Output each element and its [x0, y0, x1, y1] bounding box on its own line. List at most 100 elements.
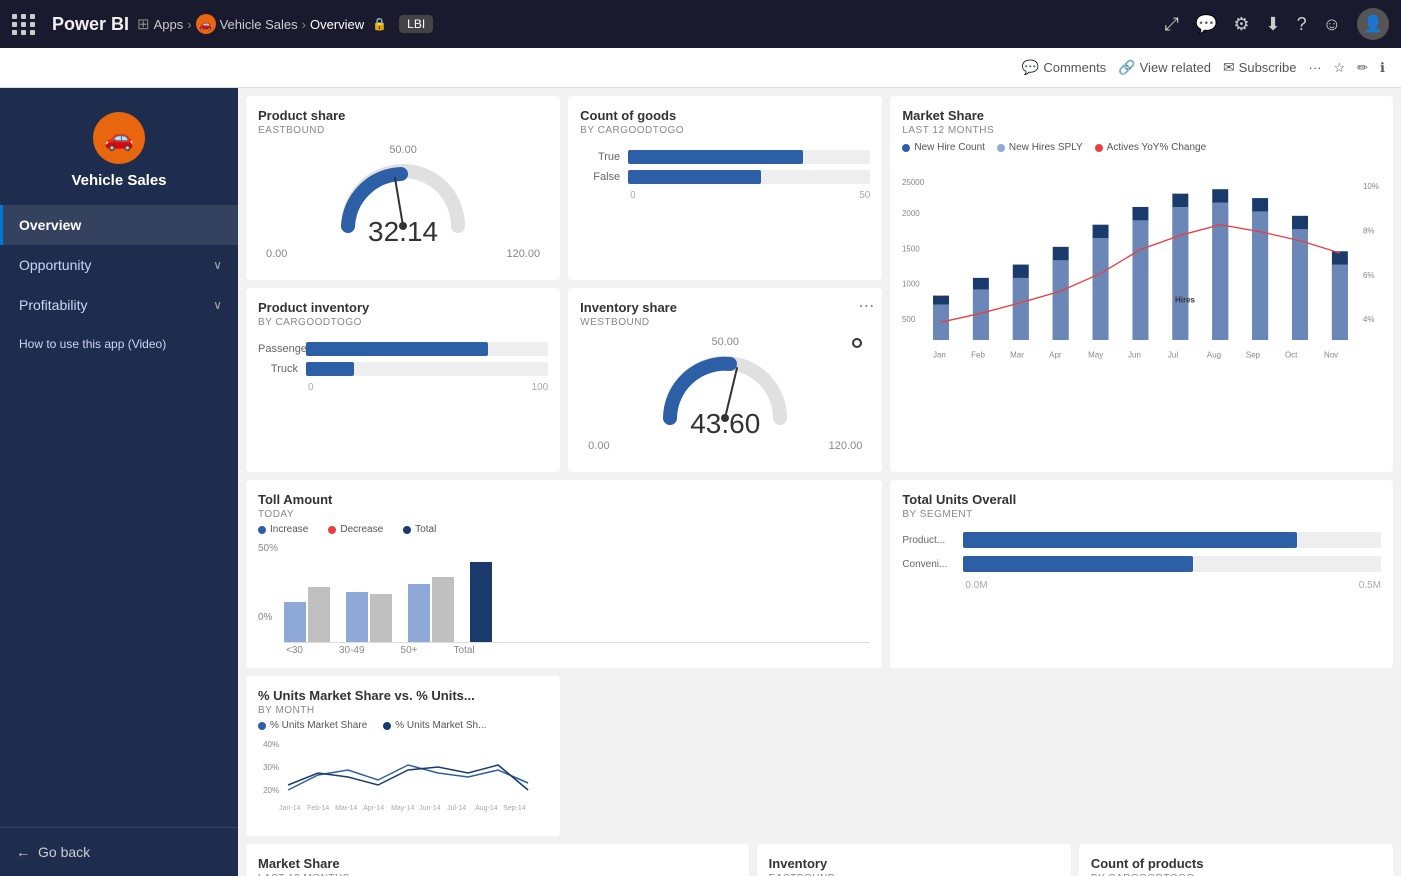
smiley-icon[interactable]: ☺	[1323, 14, 1341, 35]
inventory-share-title: Inventory share	[580, 300, 870, 315]
overview-breadcrumb: Overview	[310, 17, 364, 32]
info-button[interactable]: ℹ	[1380, 60, 1385, 76]
sidebar-nav: Overview Opportunity ∨ Profitability ∨ H…	[0, 205, 238, 827]
vehicle-sales-label[interactable]: Vehicle Sales	[220, 17, 298, 32]
toll-bar-50plus-dec	[432, 577, 454, 642]
go-back-label: Go back	[38, 844, 90, 860]
favorite-button[interactable]: ☆	[1333, 60, 1345, 76]
legend-decrease-label: Decrease	[340, 524, 383, 535]
pct-units-legend: % Units Market Share % Units Market Sh..…	[258, 720, 548, 731]
count-products-title: Count of products	[1091, 856, 1381, 871]
card-menu-icon[interactable]: ⋯	[858, 296, 874, 316]
lbi-badge: LBI	[399, 15, 433, 33]
count-goods-title: Count of goods	[580, 108, 870, 123]
sidebar-app-icon: 🚗	[93, 112, 145, 164]
svg-text:Jan-14: Jan-14	[279, 805, 301, 812]
toll-legend: Increase Decrease Total	[258, 524, 870, 535]
market-share-subtitle: LAST 12 MONTHS	[902, 125, 1381, 136]
legend-actives-yoy: Actives YoY% Change	[1095, 142, 1207, 153]
settings-icon[interactable]: ⚙	[1233, 14, 1249, 35]
more-button[interactable]: ···	[1308, 60, 1321, 75]
product-share-subtitle: EASTBOUND	[258, 125, 548, 136]
go-back-button[interactable]: ← Go back	[16, 844, 222, 860]
svg-text:May-14: May-14	[391, 805, 414, 812]
svg-text:Nov: Nov	[1324, 351, 1338, 360]
avatar[interactable]: 👤	[1357, 8, 1389, 40]
total-units-conveni-label: Conveni...	[902, 559, 957, 570]
row3-grid: Market Share LAST 12 MONTHS New Hire Cou…	[246, 844, 1393, 876]
breadcrumb: ⊞ Apps › 🚗 Vehicle Sales › Overview 🔒 LB…	[137, 14, 433, 34]
download-icon[interactable]: ⬇	[1266, 14, 1281, 35]
view-related-button[interactable]: 🔗 View related	[1118, 59, 1211, 76]
inventory-axis-min: 0	[308, 382, 314, 393]
product-inventory-title: Product inventory	[258, 300, 548, 315]
count-goods-axis-min: 0	[630, 190, 636, 201]
chevron-down-icon: ∨	[213, 258, 222, 272]
sidebar-logo-area: 🚗 Vehicle Sales	[0, 88, 238, 205]
total-units-product-label: Product...	[902, 535, 957, 546]
card-product-share: Product share EASTBOUND 50.00 32.14 0.00…	[246, 96, 560, 280]
inventory-share-gauge-top: 50.00	[711, 336, 739, 348]
toll-group-lt30	[284, 587, 330, 642]
svg-text:25000: 25000	[902, 178, 925, 187]
topbar: Power BI ⊞ Apps › 🚗 Vehicle Sales › Over…	[0, 0, 1401, 48]
toll-bar-lt30-inc	[284, 602, 306, 642]
inv-gauge-min: 0.00	[588, 440, 609, 452]
subscribe-button[interactable]: ✉ Subscribe	[1223, 59, 1297, 76]
count-goods-false-row: False	[580, 170, 870, 184]
card-count-products: Count of products BY CARGOODTOGO True Fa…	[1079, 844, 1393, 876]
legend-pct-units-1: % Units Market Share	[258, 720, 367, 731]
sidebar-item-profitability-label: Profitability	[19, 297, 87, 313]
sidebar-item-opportunity[interactable]: Opportunity ∨	[0, 245, 238, 285]
count-goods-chart: True False 0 50	[580, 136, 870, 209]
gauge-max-label: 120.00	[507, 248, 541, 260]
edit-button[interactable]: ✏	[1357, 60, 1368, 76]
svg-text:6%: 6%	[1363, 271, 1375, 280]
count-goods-axis-max: 50	[859, 190, 870, 201]
count-goods-true-track	[628, 150, 870, 164]
svg-text:Sep-14: Sep-14	[503, 805, 526, 812]
inventory-passenger-fill	[306, 342, 488, 356]
svg-text:Jul: Jul	[1168, 351, 1178, 360]
toll-bars	[284, 543, 870, 643]
sidebar-item-overview[interactable]: Overview	[0, 205, 238, 245]
inventory-passenger-label: Passenger	[258, 343, 298, 355]
topbar-actions: ⤢ 💬 ⚙ ⬇ ? ☺ 👤	[1165, 8, 1389, 40]
svg-text:Mar-14: Mar-14	[335, 805, 357, 812]
svg-text:Aug-14: Aug-14	[475, 805, 498, 812]
legend-total: Total	[403, 524, 436, 535]
comment-icon[interactable]: 💬	[1195, 14, 1217, 35]
comments-button[interactable]: 💬 Comments	[1022, 59, 1106, 76]
svg-text:Apr: Apr	[1049, 351, 1062, 360]
sidebar-footer: ← Go back	[0, 827, 238, 876]
total-units-product-track	[963, 532, 1381, 548]
count-goods-false-track	[628, 170, 870, 184]
total-units-axis-min: 0.0M	[965, 580, 987, 591]
inventory-share-value: 43.60	[690, 408, 760, 440]
market-share-title: Market Share	[902, 108, 1381, 123]
sidebar-item-profitability[interactable]: Profitability ∨	[0, 285, 238, 325]
pct-units-chart: 40% 30% 20% Jan-14 Feb-14 Mar-14 Apr-14 …	[258, 735, 548, 815]
count-goods-subtitle: BY CARGOODTOGO	[580, 125, 870, 136]
pct-units-subtitle: BY MONTH	[258, 705, 548, 716]
toll-amount-title: Toll Amount	[258, 492, 870, 507]
expand-icon[interactable]: ⤢	[1165, 14, 1179, 35]
svg-text:Apr-14: Apr-14	[363, 805, 384, 812]
card-inventory-share: Inventory share WESTBOUND ⋯ 50.00 43.60 …	[568, 288, 882, 472]
total-units-axis: 0.0M 0.5M	[902, 580, 1381, 591]
toll-bar-lt30-dec	[308, 587, 330, 642]
product-inventory-subtitle: BY CARGOODTOGO	[258, 317, 548, 328]
svg-text:1500: 1500	[902, 244, 920, 253]
card-toll-amount: Toll Amount TODAY Increase Decrease Tota…	[246, 480, 882, 668]
svg-text:May: May	[1088, 351, 1103, 360]
total-units-conveni-fill	[963, 556, 1193, 572]
waffle-menu[interactable]	[12, 14, 36, 35]
sidebar-item-howto[interactable]: How to use this app (Video)	[0, 325, 238, 363]
help-icon[interactable]: ?	[1297, 14, 1307, 35]
sidebar-item-opportunity-label: Opportunity	[19, 257, 91, 273]
apps-label[interactable]: Apps	[154, 17, 184, 32]
legend-decrease: Decrease	[328, 524, 383, 535]
legend-new-hire-count: New Hire Count	[902, 142, 985, 153]
pct-units-title: % Units Market Share vs. % Units...	[258, 688, 548, 703]
row2-grid: Toll Amount TODAY Increase Decrease Tota…	[246, 480, 1393, 836]
